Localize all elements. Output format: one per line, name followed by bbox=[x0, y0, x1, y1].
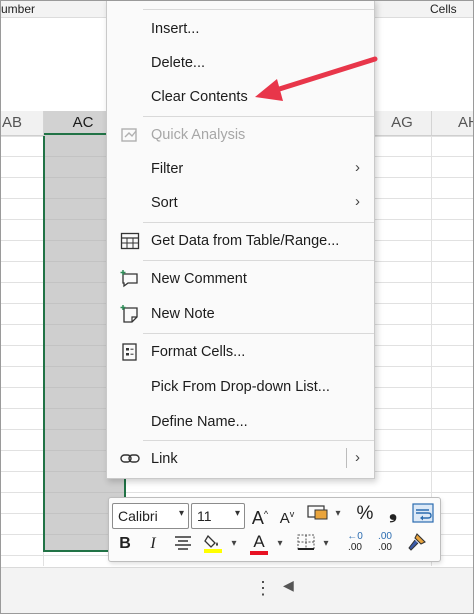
excel-window: umber Cells AB AC AG AH ⋮ ◀ bbox=[0, 0, 474, 614]
comma-style-button[interactable]: ❟ bbox=[385, 501, 401, 523]
sheet-tab-bar: ⋮ ◀ bbox=[1, 567, 473, 613]
table-icon bbox=[120, 232, 140, 250]
chevron-down-icon[interactable]: ▾ bbox=[275, 533, 285, 555]
menu-item-label: Get Data from Table/Range... bbox=[151, 233, 340, 249]
menu-item-new-comment[interactable]: New Comment bbox=[107, 262, 374, 296]
fill-color-button[interactable] bbox=[202, 533, 224, 555]
mini-toolbar: Calibri ▾ 11 ▾ A^ Av ▾ % ❟ B I ▾ A ▾ ▾ ←… bbox=[108, 497, 441, 562]
link-icon bbox=[120, 450, 140, 468]
accounting-format-icon bbox=[307, 505, 329, 525]
format-cells-icon bbox=[120, 343, 140, 361]
chevron-down-icon: ▾ bbox=[178, 508, 184, 519]
ribbon-group-cells-label: Cells bbox=[430, 2, 457, 16]
menu-item-label: Filter bbox=[151, 161, 184, 177]
menu-item-new-note[interactable]: New Note bbox=[107, 297, 374, 331]
percent-style-button[interactable]: % bbox=[354, 503, 376, 525]
menu-item-sort[interactable]: Sort › bbox=[107, 186, 374, 220]
italic-button[interactable]: I bbox=[143, 533, 163, 555]
menu-item-label: Link bbox=[151, 451, 178, 467]
menu-item-define-name[interactable]: Define Name... bbox=[107, 405, 374, 439]
chevron-down-icon[interactable]: ▾ bbox=[333, 503, 343, 525]
number-format-button[interactable] bbox=[305, 503, 331, 525]
menu-item-label: New Comment bbox=[151, 271, 247, 287]
menu-item-pick-from-list[interactable]: Pick From Drop-down List... bbox=[107, 370, 374, 404]
chevron-right-icon: › bbox=[355, 449, 360, 466]
chevron-down-icon: ▾ bbox=[234, 508, 240, 519]
menu-item-label: Clear Contents bbox=[151, 89, 248, 105]
column-header-ab[interactable]: AB bbox=[1, 111, 44, 135]
link-divider bbox=[346, 448, 347, 468]
menu-item-label: Format Cells... bbox=[151, 344, 246, 360]
menu-item-label: Delete... bbox=[151, 55, 205, 71]
chevron-down-icon[interactable]: ▾ bbox=[229, 533, 239, 555]
column-header-ah[interactable]: AH bbox=[432, 111, 473, 135]
chevron-right-icon: › bbox=[355, 159, 360, 176]
chevron-down-icon[interactable]: ▾ bbox=[321, 533, 331, 555]
new-comment-icon bbox=[120, 270, 140, 288]
ribbon-group-number-label: umber bbox=[1, 2, 36, 16]
menu-item-quick-analysis: Quick Analysis bbox=[107, 118, 374, 152]
format-painter-button[interactable] bbox=[404, 532, 428, 554]
decrease-decimal-icon: .00 bbox=[378, 531, 392, 542]
borders-icon bbox=[296, 534, 316, 555]
format-painter-icon bbox=[405, 533, 427, 556]
center-align-button[interactable] bbox=[172, 533, 194, 555]
more-options-icon[interactable]: ⋮ bbox=[254, 578, 272, 599]
increase-decimal-icon: ←0 bbox=[347, 531, 363, 542]
column-header-ag[interactable]: AG bbox=[373, 111, 432, 135]
chevron-right-icon: › bbox=[355, 193, 360, 210]
font-size-select[interactable]: 11 ▾ bbox=[191, 503, 245, 529]
fill-bucket-icon bbox=[203, 534, 223, 557]
quick-analysis-icon bbox=[120, 126, 140, 144]
font-color-button[interactable]: A bbox=[248, 531, 270, 555]
decrease-decimal-button[interactable]: .00 .00 bbox=[372, 531, 398, 553]
increase-font-size-button[interactable]: A^ bbox=[248, 503, 272, 528]
menu-item-label: Sort bbox=[151, 195, 178, 211]
menu-item-format-cells[interactable]: Format Cells... bbox=[107, 335, 374, 369]
increase-decimal-button[interactable]: ←0 .00 bbox=[342, 531, 368, 553]
menu-item-label: Insert... bbox=[151, 21, 200, 37]
bold-button[interactable]: B bbox=[115, 533, 135, 555]
annotation-arrow-icon bbox=[255, 56, 378, 101]
menu-item-get-data[interactable]: Get Data from Table/Range... bbox=[107, 224, 374, 258]
font-color-swatch bbox=[250, 551, 268, 555]
wrap-text-icon bbox=[412, 503, 434, 527]
menu-item-label: Define Name... bbox=[151, 414, 248, 430]
font-name-select[interactable]: Calibri ▾ bbox=[112, 503, 189, 529]
menu-item-label: Pick From Drop-down List... bbox=[151, 379, 330, 395]
scroll-left-icon[interactable]: ◀ bbox=[283, 577, 294, 594]
wrap-text-button[interactable] bbox=[411, 503, 435, 525]
align-center-icon bbox=[173, 536, 193, 555]
menu-item-insert[interactable]: Insert... bbox=[107, 12, 374, 46]
menu-item-link[interactable]: Link › bbox=[107, 442, 374, 476]
menu-item-filter[interactable]: Filter › bbox=[107, 152, 374, 186]
menu-item-label: Quick Analysis bbox=[151, 127, 246, 143]
borders-button[interactable] bbox=[295, 533, 317, 555]
decrease-font-size-button[interactable]: Av bbox=[276, 503, 298, 527]
menu-item-label: New Note bbox=[151, 306, 215, 322]
new-note-icon bbox=[120, 305, 140, 323]
